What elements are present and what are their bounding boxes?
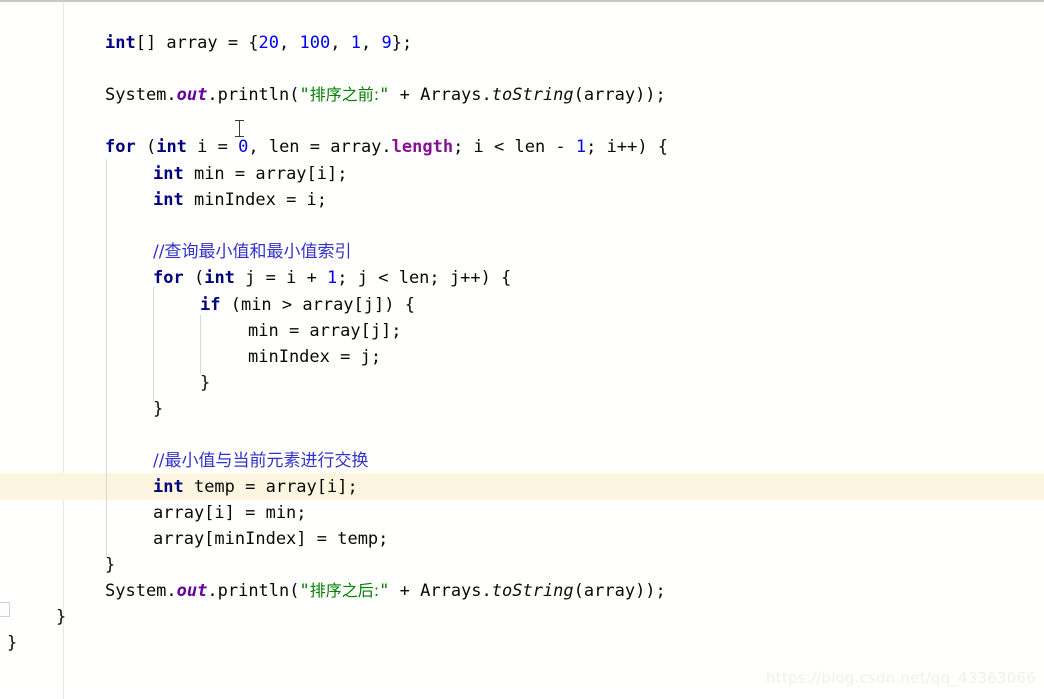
code-line-23[interactable]: } xyxy=(0,604,1044,630)
code-line-13[interactable]: minIndex = j; xyxy=(0,344,1044,370)
code-text: min = array[j]; xyxy=(248,321,402,341)
code-text: (array)); xyxy=(573,581,666,601)
code-line-18[interactable]: int temp = array[i]; xyxy=(0,474,1044,500)
keyword-int: int xyxy=(153,164,184,184)
code-line-21[interactable]: } xyxy=(0,552,1044,578)
code-text: j = i + xyxy=(234,268,328,288)
code-text: .println( xyxy=(207,581,300,601)
code-line-10[interactable]: for (int j = i + 1; j < len; j++) { xyxy=(0,265,1044,291)
string-literal-cjk: 排序之前: xyxy=(309,85,380,104)
code-text: } xyxy=(153,399,164,419)
code-text: array[i] = min; xyxy=(153,503,307,523)
comment-swap: //最小值与当前元素进行交换 xyxy=(153,451,369,471)
code-line-12[interactable]: min = array[j]; xyxy=(0,318,1044,344)
code-content[interactable]: int[] array = {20, 100, 1, 9}; System.ou… xyxy=(0,2,1044,699)
code-text: + Arrays. xyxy=(389,85,492,105)
code-line-7[interactable]: int minIndex = i; xyxy=(0,187,1044,213)
keyword-for: for xyxy=(105,137,136,157)
code-text: ( xyxy=(135,137,157,157)
code-line-20[interactable]: array[minIndex] = temp; xyxy=(0,526,1044,552)
string-quote: " xyxy=(379,85,390,105)
code-text: i = xyxy=(186,137,239,157)
code-text: , xyxy=(330,33,351,53)
keyword-int: int xyxy=(156,137,187,157)
code-line-5[interactable]: for (int i = 0, len = array.length; i < … xyxy=(0,134,1044,160)
number-literal: 1 xyxy=(350,33,361,53)
method-tostring: toString xyxy=(491,85,574,105)
number-literal: 20 xyxy=(258,33,280,53)
code-text: temp = array[i]; xyxy=(183,477,358,497)
code-text: + Arrays. xyxy=(389,581,492,601)
code-line-24[interactable]: } xyxy=(0,630,1044,656)
ibeam-bottom-cap xyxy=(235,136,244,137)
code-line-11[interactable]: if (min > array[j]) { xyxy=(0,292,1044,318)
text-ibeam-cursor xyxy=(234,120,245,137)
code-editor[interactable]: int[] array = {20, 100, 1, 9}; System.ou… xyxy=(0,0,1044,699)
keyword-int: int xyxy=(105,33,136,53)
number-literal: 0 xyxy=(238,137,249,157)
code-text: (min > array[j]) { xyxy=(220,295,415,315)
code-text: minIndex = i; xyxy=(183,190,328,210)
keyword-int: int xyxy=(153,190,184,210)
code-line-3[interactable]: System.out.println("排序之前:" + Arrays.toSt… xyxy=(0,82,1044,108)
method-tostring: toString xyxy=(491,581,574,601)
number-literal: 1 xyxy=(327,268,338,288)
string-quote: " xyxy=(299,581,310,601)
code-line-17[interactable]: //最小值与当前元素进行交换 xyxy=(0,448,1044,474)
keyword-for: for xyxy=(153,268,184,288)
code-text: System. xyxy=(105,581,177,601)
code-text: min = array[i]; xyxy=(183,164,348,184)
code-text: }; xyxy=(391,33,413,53)
code-text: ; i++) { xyxy=(586,137,669,157)
number-literal: 100 xyxy=(299,33,331,53)
code-text: minIndex = j; xyxy=(248,347,382,367)
code-text: } xyxy=(56,607,67,627)
blog-watermark: https://blog.csdn.net/qq_43363066 xyxy=(766,669,1036,687)
number-literal: 1 xyxy=(575,137,587,157)
code-text: } xyxy=(200,373,211,393)
static-field-out: out xyxy=(176,581,208,601)
code-text: [] array = { xyxy=(135,33,259,53)
code-text: System. xyxy=(105,85,177,105)
code-text: , xyxy=(279,33,300,53)
code-line-14[interactable]: } xyxy=(0,370,1044,396)
code-text: ( xyxy=(183,268,205,288)
property-length: length xyxy=(391,137,454,157)
keyword-int: int xyxy=(153,477,184,497)
keyword-if: if xyxy=(200,295,221,315)
code-text: (array)); xyxy=(573,85,666,105)
code-text: ; i < len - xyxy=(453,137,576,157)
comment-find-min: //查询最小值和最小值索引 xyxy=(153,242,352,262)
code-text: array[minIndex] = temp; xyxy=(153,529,389,549)
string-quote: " xyxy=(379,581,390,601)
code-text: } xyxy=(105,555,116,575)
code-text: , xyxy=(360,33,382,53)
code-line-1[interactable]: int[] array = {20, 100, 1, 9}; xyxy=(0,30,1044,56)
ibeam-stem xyxy=(239,121,240,136)
keyword-int: int xyxy=(204,268,235,288)
code-text: } xyxy=(7,633,18,653)
string-quote: " xyxy=(299,85,310,105)
code-text: ; j < len; j++) { xyxy=(337,268,512,288)
code-text: , len = array. xyxy=(248,137,392,157)
code-folding-marker[interactable] xyxy=(0,602,10,617)
code-line-9[interactable]: //查询最小值和最小值索引 xyxy=(0,239,1044,265)
code-line-6[interactable]: int min = array[i]; xyxy=(0,161,1044,187)
string-literal-cjk: 排序之后: xyxy=(309,581,380,600)
static-field-out: out xyxy=(176,85,208,105)
code-line-22[interactable]: System.out.println("排序之后:" + Arrays.toSt… xyxy=(0,578,1044,604)
code-text: .println( xyxy=(207,85,300,105)
code-line-15[interactable]: } xyxy=(0,396,1044,422)
code-line-19[interactable]: array[i] = min; xyxy=(0,500,1044,526)
number-literal: 9 xyxy=(381,33,392,53)
